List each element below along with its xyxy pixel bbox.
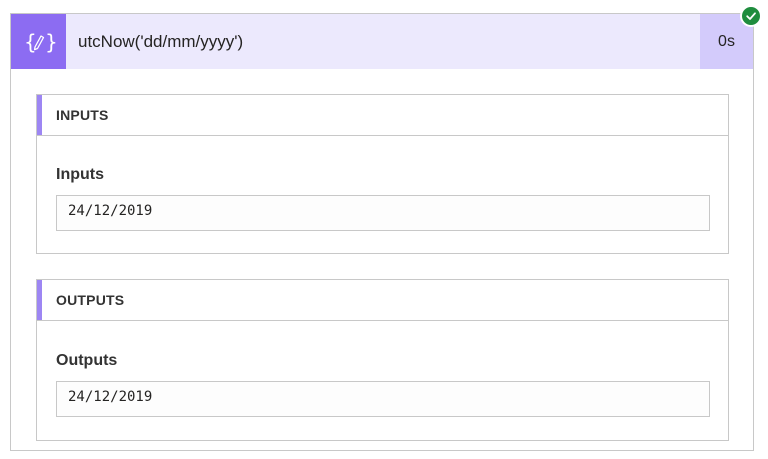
action-title: utcNow('dd/mm/yyyy') bbox=[78, 32, 244, 51]
checkmark-icon bbox=[745, 10, 757, 22]
outputs-section: OUTPUTS Outputs 24/12/2019 bbox=[36, 279, 729, 441]
inputs-value-box[interactable]: 24/12/2019 bbox=[56, 195, 710, 231]
outputs-section-title: OUTPUTS bbox=[56, 292, 125, 308]
svg-text:{: { bbox=[24, 30, 37, 54]
inputs-section-header[interactable]: INPUTS bbox=[37, 95, 728, 136]
inputs-label: Inputs bbox=[56, 166, 104, 183]
outputs-label: Outputs bbox=[56, 352, 118, 369]
inputs-section-title: INPUTS bbox=[56, 107, 109, 123]
outputs-section-header[interactable]: OUTPUTS bbox=[37, 280, 728, 321]
action-header[interactable]: { } utcNow('dd/mm/yyyy') 0s bbox=[11, 14, 753, 69]
outputs-value-box[interactable]: 24/12/2019 bbox=[56, 381, 710, 417]
action-card: { } utcNow('dd/mm/yyyy') 0s INPUTS Input… bbox=[10, 13, 754, 451]
inputs-section: INPUTS Inputs 24/12/2019 bbox=[36, 94, 729, 254]
curly-braces-pencil-icon: { } bbox=[11, 14, 66, 69]
success-status-badge bbox=[740, 5, 762, 27]
svg-text:}: } bbox=[45, 30, 56, 54]
